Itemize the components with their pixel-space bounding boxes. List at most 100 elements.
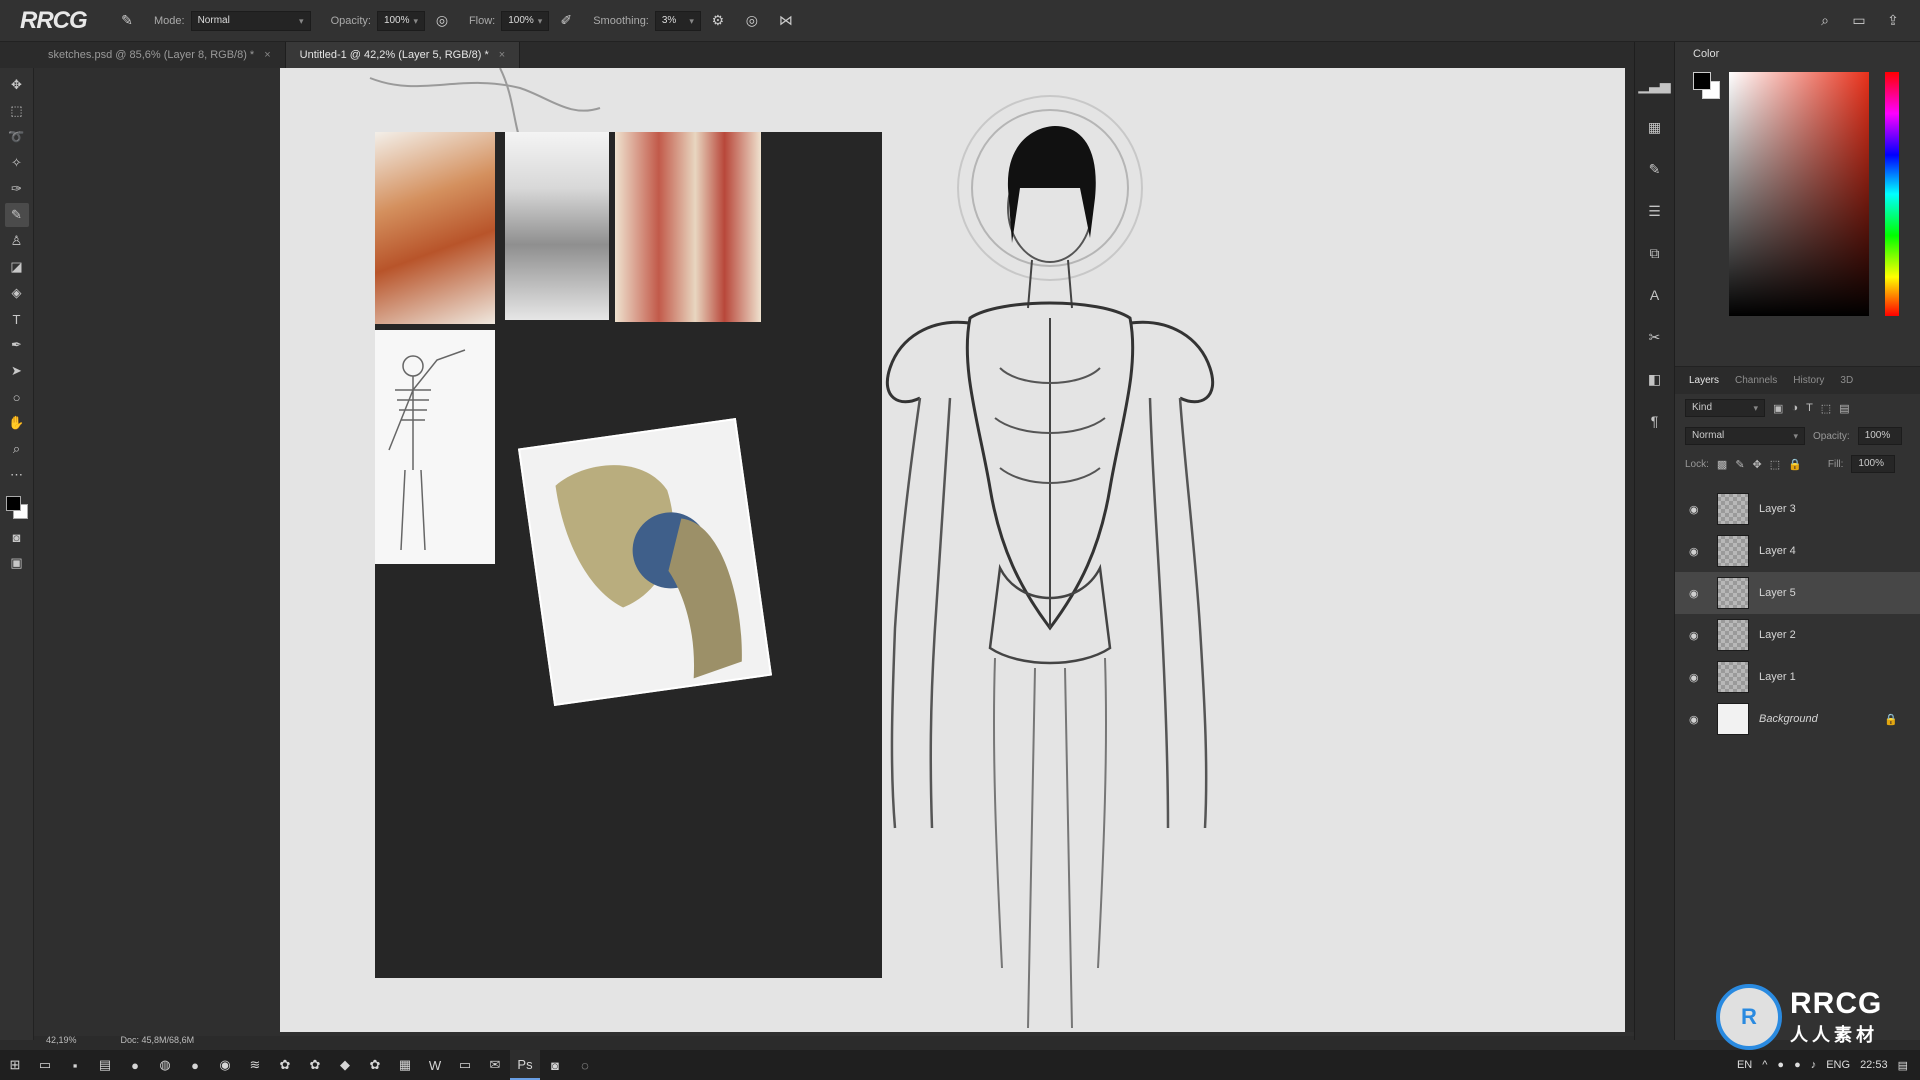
eye-icon[interactable]: ◉ bbox=[1689, 629, 1707, 642]
mail-icon[interactable]: ✉ bbox=[480, 1050, 510, 1080]
flow-field[interactable]: 100% ▾ bbox=[501, 10, 550, 31]
quick-mask-icon[interactable]: ◙ bbox=[5, 525, 29, 549]
color-picker-field[interactable] bbox=[1729, 72, 1869, 316]
eye-icon[interactable]: ◉ bbox=[1689, 713, 1707, 726]
app-icon[interactable]: ✿ bbox=[270, 1050, 300, 1080]
input-lang[interactable]: EN bbox=[1737, 1059, 1752, 1071]
stamp-tool-icon[interactable]: ♙ bbox=[5, 229, 29, 253]
type-tool-icon[interactable]: T bbox=[5, 307, 29, 331]
lasso-tool-icon[interactable]: ➰ bbox=[5, 125, 29, 149]
lock-artboard-icon[interactable]: ⬚ bbox=[1770, 458, 1780, 471]
filter-image-icon[interactable]: ▣ bbox=[1773, 402, 1783, 415]
fill-tool-icon[interactable]: ◈ bbox=[5, 281, 29, 305]
layer-opacity-field[interactable]: 100% bbox=[1857, 427, 1902, 445]
clock[interactable]: 22:53 bbox=[1860, 1059, 1888, 1071]
app-icon[interactable]: ▪ bbox=[60, 1050, 90, 1080]
eye-icon[interactable]: ◉ bbox=[1689, 587, 1707, 600]
opacity-field[interactable]: 100% ▾ bbox=[376, 10, 425, 31]
pressure-size-icon[interactable]: ◎ bbox=[741, 10, 763, 32]
brushes-icon[interactable]: ✎ bbox=[1642, 156, 1668, 182]
layer-row-layer-2[interactable]: ◉ Layer 2 bbox=[1675, 614, 1920, 656]
app-icon[interactable]: ✿ bbox=[360, 1050, 390, 1080]
app-icon[interactable]: ◆ bbox=[330, 1050, 360, 1080]
airbrush-icon[interactable]: ✐ bbox=[555, 10, 577, 32]
notification-icon[interactable]: ▤ bbox=[1898, 1059, 1908, 1072]
volume-icon[interactable]: ♪ bbox=[1811, 1059, 1817, 1071]
close-icon[interactable]: × bbox=[499, 49, 505, 61]
filter-adjustment-icon[interactable]: ◑ bbox=[1791, 402, 1798, 414]
kind-filter[interactable]: Kind ▾ bbox=[1685, 399, 1765, 417]
hand-tool-icon[interactable]: ✋ bbox=[5, 411, 29, 435]
app-icon[interactable]: ✿ bbox=[300, 1050, 330, 1080]
explorer-icon[interactable]: ▤ bbox=[90, 1050, 120, 1080]
screen-mode-icon[interactable]: ▣ bbox=[5, 551, 29, 575]
gear-icon[interactable]: ⚙ bbox=[707, 10, 729, 32]
foreground-swatch[interactable] bbox=[1693, 72, 1711, 90]
adjustments-icon[interactable]: ☰ bbox=[1642, 198, 1668, 224]
close-icon[interactable]: × bbox=[264, 49, 270, 61]
layer-row-background[interactable]: ◉ Background 🔒 bbox=[1675, 698, 1920, 740]
swatches-grid-icon[interactable]: ▦ bbox=[1642, 114, 1668, 140]
chrome-icon[interactable]: ◍ bbox=[150, 1050, 180, 1080]
clone-source-icon[interactable]: ⧉ bbox=[1642, 240, 1668, 266]
fill-field[interactable]: 100% bbox=[1851, 455, 1896, 473]
eyedropper-tool-icon[interactable]: ✑ bbox=[5, 177, 29, 201]
hue-slider[interactable] bbox=[1885, 72, 1899, 316]
magic-wand-tool-icon[interactable]: ✧ bbox=[5, 151, 29, 175]
tab-layers[interactable]: Layers bbox=[1689, 375, 1719, 386]
lock-paint-icon[interactable]: ✎ bbox=[1735, 458, 1744, 471]
app-icon[interactable]: ◙ bbox=[540, 1050, 570, 1080]
search-icon[interactable]: ⌕ bbox=[1814, 10, 1836, 32]
zoom-readout[interactable]: 42,19% bbox=[46, 1035, 77, 1045]
eye-icon[interactable]: ◉ bbox=[1689, 545, 1707, 558]
app-icon[interactable]: ● bbox=[120, 1050, 150, 1080]
eraser-tool-icon[interactable]: ◪ bbox=[5, 255, 29, 279]
app-icon[interactable]: ● bbox=[180, 1050, 210, 1080]
photoshop-icon[interactable]: Ps bbox=[510, 1050, 540, 1080]
blend-mode-select[interactable]: Normal ▾ bbox=[1685, 427, 1805, 445]
layer-row-layer-4[interactable]: ◉ Layer 4 bbox=[1675, 530, 1920, 572]
properties-icon[interactable]: ◧ bbox=[1642, 366, 1668, 392]
app-icon[interactable]: ▭ bbox=[450, 1050, 480, 1080]
path-select-tool-icon[interactable]: ➤ bbox=[5, 359, 29, 383]
histogram-icon[interactable]: ▁▃▅ bbox=[1638, 72, 1670, 98]
color-swatches[interactable] bbox=[4, 494, 30, 524]
vertical-scrollbar[interactable] bbox=[1625, 68, 1634, 1032]
layer-row-layer-5[interactable]: ◉ Layer 5 bbox=[1675, 572, 1920, 614]
app-icon[interactable]: ▦ bbox=[390, 1050, 420, 1080]
workspace-icon[interactable]: ▭ bbox=[1848, 10, 1870, 32]
tray-chevron-icon[interactable]: ^ bbox=[1762, 1059, 1767, 1071]
eye-icon[interactable]: ◉ bbox=[1689, 671, 1707, 684]
app-icon[interactable]: W bbox=[420, 1050, 450, 1080]
lock-transparent-icon[interactable]: ▩ bbox=[1717, 458, 1727, 471]
task-view-icon[interactable]: ▭ bbox=[30, 1050, 60, 1080]
marquee-tool-icon[interactable]: ⬚ bbox=[5, 99, 29, 123]
character-icon[interactable]: A bbox=[1642, 282, 1668, 308]
symmetry-icon[interactable]: ⋈ bbox=[775, 10, 797, 32]
tab-untitled[interactable]: Untitled-1 @ 42,2% (Layer 5, RGB/8) * × bbox=[285, 42, 521, 68]
filter-smart-icon[interactable]: ▤ bbox=[1839, 402, 1849, 415]
tab-history[interactable]: History bbox=[1793, 375, 1824, 386]
tray-icon[interactable]: ● bbox=[1794, 1059, 1801, 1071]
layer-row-layer-3[interactable]: ◉ Layer 3 bbox=[1675, 488, 1920, 530]
lock-all-icon[interactable]: 🔒 bbox=[1788, 458, 1802, 471]
app-icon[interactable]: ≋ bbox=[240, 1050, 270, 1080]
brush-preset-icon[interactable]: ✎ bbox=[116, 10, 138, 32]
layer-row-layer-1[interactable]: ◉ Layer 1 bbox=[1675, 656, 1920, 698]
tray-icon[interactable]: ● bbox=[1777, 1059, 1784, 1071]
app-icon[interactable]: ◉ bbox=[210, 1050, 240, 1080]
filter-type-icon[interactable]: T bbox=[1806, 402, 1813, 414]
tab-3d[interactable]: 3D bbox=[1840, 375, 1853, 386]
tab-channels[interactable]: Channels bbox=[1735, 375, 1777, 386]
brush-tool-icon[interactable]: ✎ bbox=[4, 203, 29, 227]
paragraph-icon[interactable]: ¶ bbox=[1642, 408, 1668, 434]
move-tool-icon[interactable]: ✥ bbox=[5, 73, 29, 97]
smoothing-field[interactable]: 3% ▾ bbox=[654, 10, 701, 31]
color-swatches-panel[interactable] bbox=[1693, 72, 1723, 102]
more-tools-icon[interactable]: ⋯ bbox=[5, 463, 29, 487]
tab-sketches[interactable]: sketches.psd @ 85,6% (Layer 8, RGB/8) * × bbox=[34, 42, 286, 68]
pressure-opacity-icon[interactable]: ◎ bbox=[431, 10, 453, 32]
app-icon[interactable]: ◌ bbox=[570, 1050, 600, 1080]
tool-presets-icon[interactable]: ✂ bbox=[1642, 324, 1668, 350]
lock-position-icon[interactable]: ✥ bbox=[1753, 458, 1762, 471]
